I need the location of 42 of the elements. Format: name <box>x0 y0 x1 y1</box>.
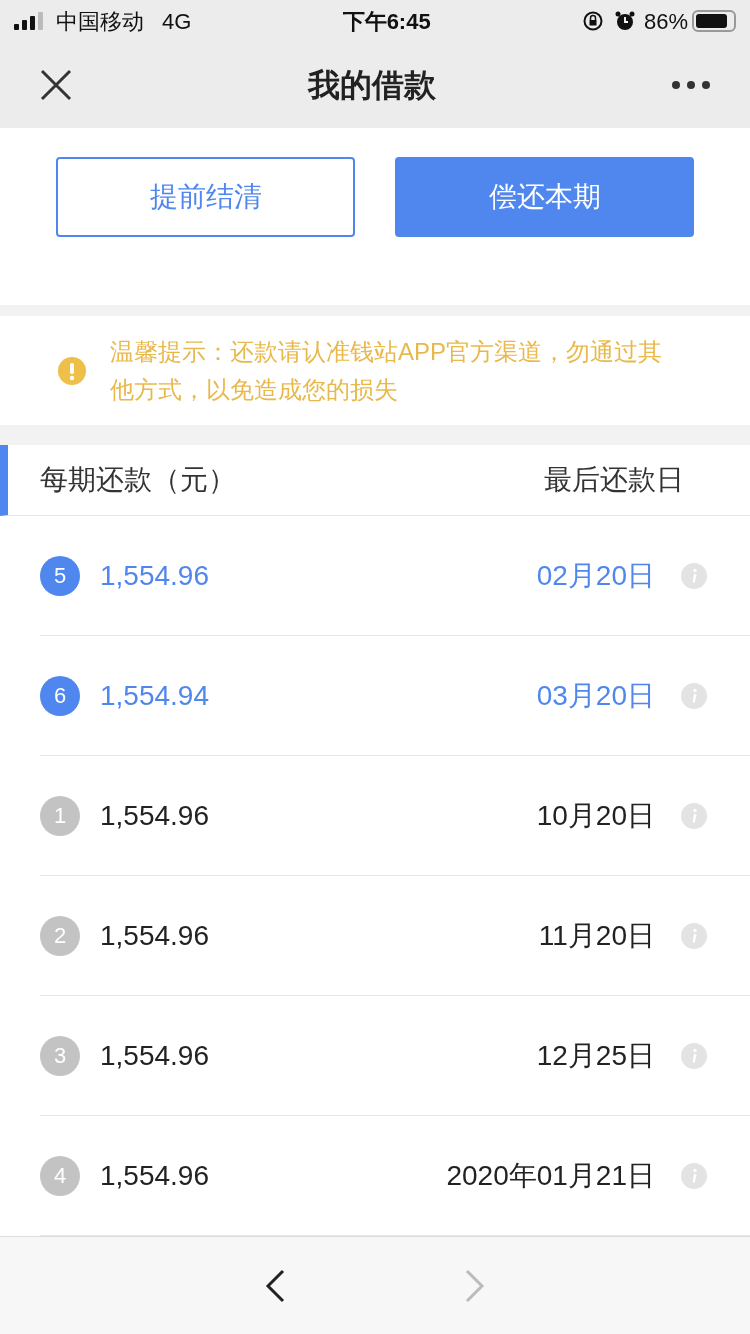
period-number: 1 <box>40 795 80 836</box>
signal-icon <box>14 12 46 30</box>
period-number: 6 <box>40 675 80 716</box>
due-date: 02月20日 <box>536 558 655 593</box>
back-icon[interactable] <box>265 1268 285 1303</box>
period-number: 2 <box>40 915 80 956</box>
amount-text: 1,554.96 <box>100 918 209 953</box>
info-icon[interactable] <box>681 922 707 949</box>
info-icon[interactable] <box>681 562 707 589</box>
page-title: 我的借款 <box>308 66 436 105</box>
more-icon[interactable] <box>672 81 710 89</box>
due-date: 2020年01月21日 <box>446 1158 655 1193</box>
column-header: 每期还款（元） <box>40 463 236 497</box>
amount-text: 1,554.96 <box>100 558 209 593</box>
action-button[interactable]: 提前结清 <box>56 156 355 237</box>
battery-percent: 86% <box>643 7 688 36</box>
due-date: 11月20日 <box>538 918 655 953</box>
amount-text: 1,554.96 <box>100 798 209 833</box>
period-number: 4 <box>40 1155 80 1196</box>
period-number: 5 <box>40 555 80 596</box>
due-date: 03月20日 <box>536 678 655 713</box>
action-button[interactable]: 偿还本期 <box>395 156 694 237</box>
amount-text: 1,554.94 <box>100 678 209 713</box>
info-icon[interactable] <box>681 1042 707 1069</box>
column-header: 最后还款日 <box>544 463 684 497</box>
carrier-name: 中国移动 <box>56 7 144 36</box>
amount-text: 1,554.96 <box>100 1038 209 1073</box>
info-icon[interactable] <box>681 682 707 709</box>
amount-text: 1,554.96 <box>100 1158 209 1193</box>
warning-icon <box>58 356 86 385</box>
battery-icon <box>692 10 736 32</box>
period-number: 3 <box>40 1035 80 1076</box>
due-date: 10月20日 <box>536 798 655 833</box>
alarm-icon <box>613 10 636 32</box>
info-icon[interactable] <box>681 1162 707 1189</box>
notice-text: 温馨提示：还款请认准钱站APP官方渠道，勿通过其他方式，以免造成您的损失 <box>110 336 664 405</box>
due-date: 12月25日 <box>536 1038 655 1073</box>
rotation-lock-icon <box>581 10 604 32</box>
clock-time: 下午6:45 <box>342 7 431 36</box>
close-icon[interactable] <box>40 69 72 101</box>
info-icon[interactable] <box>681 802 707 829</box>
network-type: 4G <box>162 7 192 36</box>
